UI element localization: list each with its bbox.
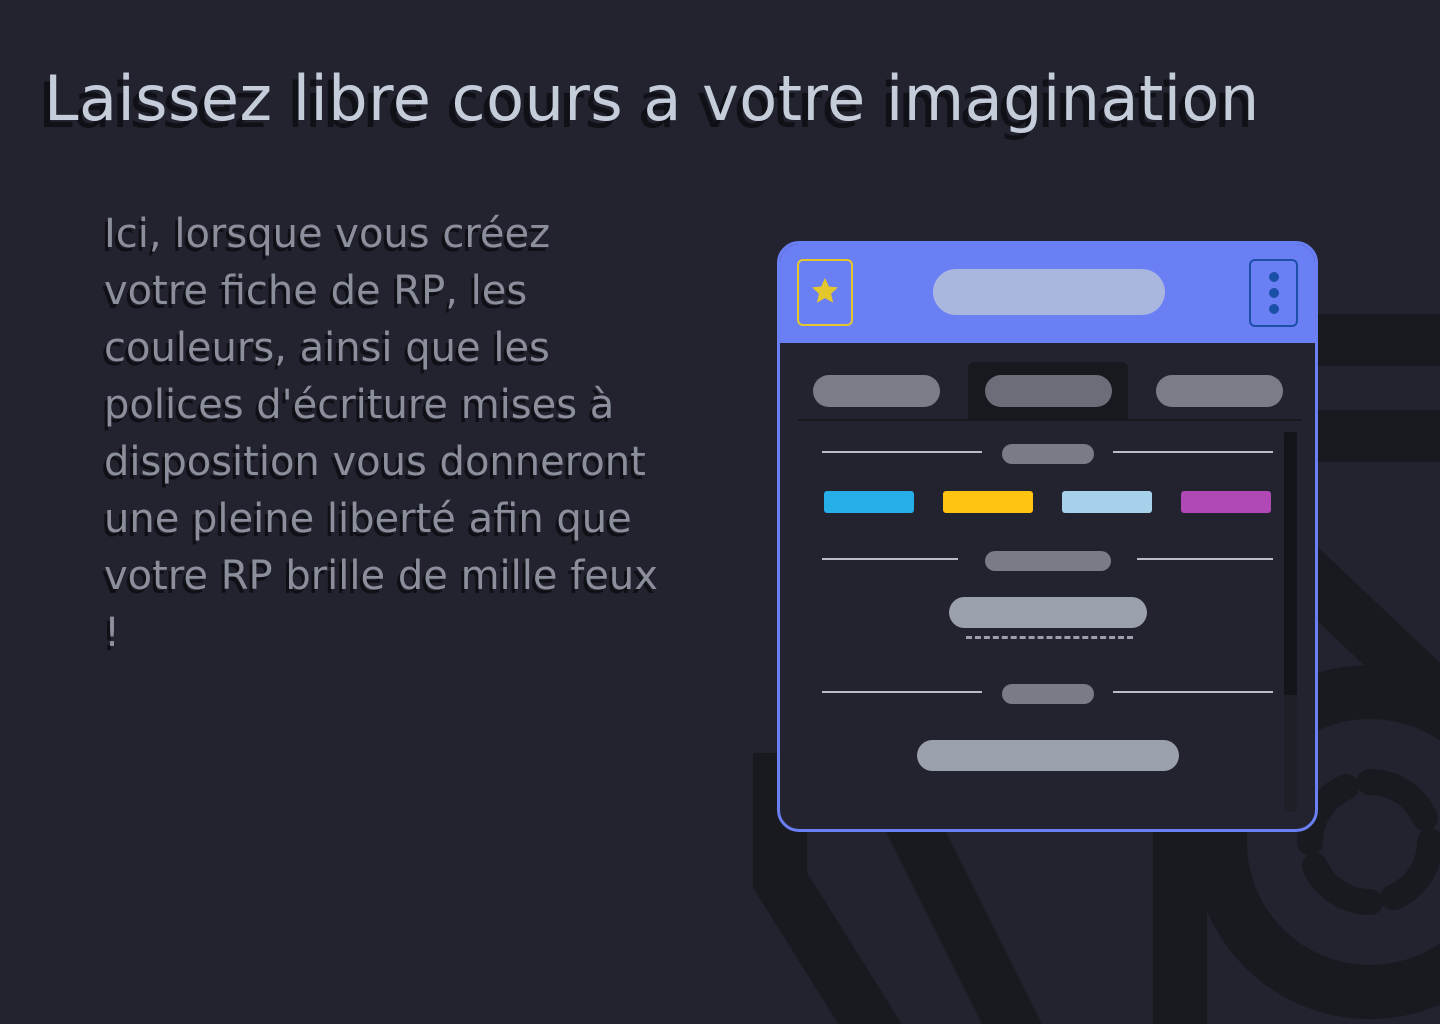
star-icon bbox=[809, 275, 841, 311]
section-label-placeholder bbox=[1002, 684, 1094, 704]
color-swatch-purple[interactable] bbox=[1181, 491, 1271, 513]
rp-sheet-mockup-card bbox=[777, 241, 1318, 832]
divider-line bbox=[822, 558, 958, 560]
dashed-underline bbox=[966, 636, 1133, 639]
divider-line bbox=[822, 691, 982, 693]
more-options-button[interactable] bbox=[1249, 259, 1298, 327]
text-line-placeholder bbox=[917, 740, 1179, 771]
divider-line bbox=[1137, 558, 1273, 560]
page-heading: Laissez libre cours a votre imagination bbox=[44, 62, 1260, 135]
tab-underline bbox=[798, 419, 1302, 421]
color-swatch-light-blue[interactable] bbox=[1062, 491, 1152, 513]
description-paragraph: Ici, lorsque vous créez votre fiche de R… bbox=[104, 211, 658, 656]
section-label-placeholder bbox=[1002, 444, 1094, 464]
card-header bbox=[780, 244, 1315, 343]
divider-line bbox=[1113, 451, 1273, 453]
tab-3-placeholder[interactable] bbox=[1156, 375, 1283, 407]
font-sample-placeholder bbox=[949, 597, 1147, 628]
sheet-title-placeholder bbox=[933, 269, 1165, 315]
color-swatch-yellow[interactable] bbox=[943, 491, 1033, 513]
section-label-placeholder bbox=[985, 551, 1111, 571]
tab-1-placeholder[interactable] bbox=[813, 375, 940, 407]
divider-line bbox=[1113, 691, 1273, 693]
tab-2-placeholder[interactable] bbox=[985, 375, 1112, 407]
scrollbar-thumb[interactable] bbox=[1284, 432, 1297, 695]
color-swatch-blue[interactable] bbox=[824, 491, 914, 513]
favorite-button[interactable] bbox=[797, 259, 853, 326]
divider-line bbox=[822, 451, 982, 453]
